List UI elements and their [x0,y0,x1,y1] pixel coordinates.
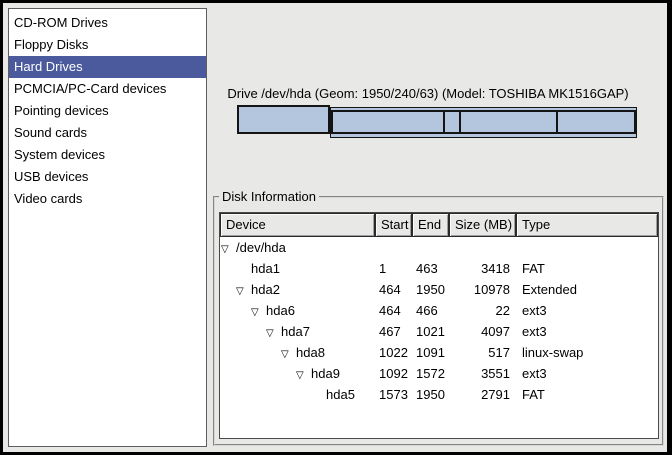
column-header-size-mb[interactable]: Size (MB) [449,213,516,237]
type-cell: ext3 [516,363,658,384]
device-cell: ▽hda9 [220,363,375,384]
end-cell: 1572 [412,363,449,384]
hardware-browser-window: CD-ROM DrivesFloppy DisksHard DrivesPCMC… [0,0,672,455]
partition-segment-hda9 [459,110,559,134]
sidebar-item-cd-rom-drives[interactable]: CD-ROM Drives [9,12,206,34]
end-cell: 1021 [412,321,449,342]
sidebar-item-pcmcia-pc-card-devices[interactable]: PCMCIA/PC-Card devices [9,78,206,100]
device-cell: ▽hda6 [220,300,375,321]
table-row-dev-hda[interactable]: ▽/dev/hda [220,237,658,258]
type-cell: ext3 [516,321,658,342]
sidebar-item-floppy-disks[interactable]: Floppy Disks [9,34,206,56]
end-cell: 1950 [412,384,449,405]
size-cell: 3418 [449,258,516,279]
table-row-hda7[interactable]: ▽hda746710214097ext3 [220,321,658,342]
type-cell: linux-swap [516,342,658,363]
size-cell: 517 [449,342,516,363]
partition-table-body: ▽/dev/hdahda114633418FAT▽hda246419501097… [220,237,658,405]
partition-segment-hda5 [556,110,636,134]
device-category-list: CD-ROM DrivesFloppy DisksHard DrivesPCMC… [8,8,207,447]
table-row-hda8[interactable]: ▽hda810221091517linux-swap [220,342,658,363]
device-label: hda6 [266,303,295,318]
type-cell [516,237,658,258]
partition-segment-hda1 [237,105,330,134]
start-cell: 1092 [375,363,412,384]
device-label: hda7 [281,324,310,339]
type-cell: FAT [516,384,658,405]
table-row-hda5[interactable]: hda5 157319502791FAT [220,384,658,405]
expander-icon[interactable]: ▽ [251,302,266,321]
size-cell: 10978 [449,279,516,300]
disk-information-group: Disk Information DeviceStartEndSize (MB)… [213,196,664,446]
column-header-device[interactable]: Device [220,213,375,237]
partition-bar [237,105,637,139]
type-cell: ext3 [516,300,658,321]
table-row-hda6[interactable]: ▽hda646446622ext3 [220,300,658,321]
table-row-hda9[interactable]: ▽hda9109215723551ext3 [220,363,658,384]
expander-icon[interactable]: ▽ [296,365,311,384]
start-cell: 1573 [375,384,412,405]
device-label: hda8 [296,345,325,360]
sidebar-item-usb-devices[interactable]: USB devices [9,166,206,188]
expander-icon[interactable]: ▽ [236,281,251,300]
device-cell: hda5 [220,384,375,405]
partition-table: DeviceStartEndSize (MB)Type ▽/dev/hdahda… [219,212,659,439]
end-cell: 1950 [412,279,449,300]
device-label: hda2 [251,282,280,297]
start-cell: 1022 [375,342,412,363]
table-row-hda2[interactable]: ▽hda2464195010978Extended [220,279,658,300]
device-cell: ▽hda2 [220,279,375,300]
device-label: hda5 [326,387,355,402]
start-cell: 1 [375,258,412,279]
sidebar-item-video-cards[interactable]: Video cards [9,188,206,210]
end-cell: 463 [412,258,449,279]
device-label: hda9 [311,366,340,381]
device-cell: hda1 [220,258,375,279]
table-row-hda1[interactable]: hda1 14633418FAT [220,258,658,279]
end-cell: 1091 [412,342,449,363]
partition-table-header: DeviceStartEndSize (MB)Type [220,213,658,237]
size-cell: 22 [449,300,516,321]
end-cell: 466 [412,300,449,321]
sidebar-item-hard-drives[interactable]: Hard Drives [9,56,206,78]
end-cell [412,237,449,258]
partition-segment-hda2-extended [330,107,637,138]
column-header-type[interactable]: Type [516,213,658,237]
sidebar-item-pointing-devices[interactable]: Pointing devices [9,100,206,122]
type-cell: FAT [516,258,658,279]
size-cell: 2791 [449,384,516,405]
type-cell: Extended [516,279,658,300]
sidebar-item-system-devices[interactable]: System devices [9,144,206,166]
start-cell: 467 [375,321,412,342]
expander-icon[interactable]: ▽ [266,323,281,342]
column-header-end[interactable]: End [412,213,449,237]
sidebar-item-sound-cards[interactable]: Sound cards [9,122,206,144]
disk-information-title: Disk Information [219,189,319,205]
device-cell: ▽/dev/hda [220,237,375,258]
device-cell: ▽hda8 [220,342,375,363]
column-header-start[interactable]: Start [375,213,412,237]
device-label: /dev/hda [236,240,286,255]
expander-icon[interactable]: ▽ [221,239,236,258]
start-cell: 464 [375,300,412,321]
start-cell [375,237,412,258]
size-cell [449,237,516,258]
expander-icon[interactable]: ▽ [281,344,296,363]
drive-info-label: Drive /dev/hda (Geom: 1950/240/63) (Mode… [217,86,639,101]
size-cell: 3551 [449,363,516,384]
size-cell: 4097 [449,321,516,342]
device-cell: ▽hda7 [220,321,375,342]
device-label: hda1 [251,261,280,276]
partition-segment-hda7 [331,110,445,134]
start-cell: 464 [375,279,412,300]
